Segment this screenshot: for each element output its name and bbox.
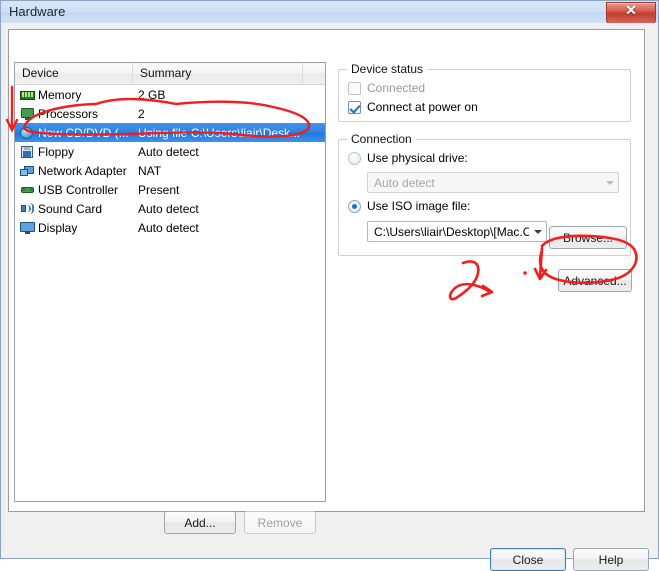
use-physical-drive-label: Use physical drive: <box>367 151 468 165</box>
column-header-device[interactable]: Device <box>15 63 133 84</box>
device-summary: Auto detect <box>138 201 199 216</box>
table-row[interactable]: USB Controller Present <box>15 180 325 199</box>
device-cell: New CD/DVD (... <box>15 126 133 140</box>
device-name: Sound Card <box>38 201 103 216</box>
usb-controller-icon <box>20 183 35 197</box>
add-button[interactable]: Add... <box>164 511 236 534</box>
device-cell: USB Controller <box>15 183 133 197</box>
device-summary: Auto detect <box>138 144 199 159</box>
iso-path-value[interactable]: C:\Users\liair\Desktop\[Mac.OS. <box>368 225 529 239</box>
use-iso-image-row[interactable]: Use ISO image file: <box>348 199 470 213</box>
use-iso-image-label: Use ISO image file: <box>367 199 471 213</box>
remove-button: Remove <box>244 511 316 534</box>
device-cell: Processors <box>15 107 133 121</box>
table-row[interactable]: Display Auto detect <box>15 218 325 237</box>
iso-path-combo[interactable]: C:\Users\liair\Desktop\[Mac.OS. <box>367 221 547 242</box>
device-summary: 2 <box>138 106 145 121</box>
connected-checkbox-row[interactable]: Connected <box>348 81 425 95</box>
physical-drive-combo: Auto detect <box>367 172 619 193</box>
table-row[interactable]: Memory 2 GB <box>15 85 325 104</box>
title-bar: Hardware ✕ <box>1 1 658 24</box>
advanced-button[interactable]: Advanced... <box>558 269 632 292</box>
connect-at-power-on-checkbox[interactable] <box>348 100 361 114</box>
device-summary: 2 GB <box>138 87 166 102</box>
device-cell: Network Adapter <box>15 164 133 178</box>
window-title: Hardware <box>9 4 66 19</box>
table-row[interactable]: Sound Card Auto detect <box>15 199 325 218</box>
hardware-dialog-window: Hardware ✕ Device Summary Memory 2 GB Pr… <box>0 0 659 571</box>
device-name: Floppy <box>38 144 75 159</box>
connect-at-power-on-label: Connect at power on <box>367 100 478 114</box>
device-cell: Sound Card <box>15 202 133 216</box>
device-summary: NAT <box>138 163 162 178</box>
table-row[interactable]: Floppy Auto detect <box>15 142 325 161</box>
chevron-down-icon <box>601 173 618 192</box>
device-name: USB Controller <box>38 182 119 197</box>
use-physical-drive-radio[interactable] <box>348 151 361 165</box>
device-status-group: Device status Connected Connect at power… <box>338 62 631 122</box>
chevron-down-icon[interactable] <box>529 222 546 241</box>
close-button[interactable]: Close <box>490 548 566 571</box>
device-cell: Display <box>15 221 133 235</box>
memory-icon <box>20 88 35 102</box>
column-header-extra[interactable] <box>303 63 325 84</box>
device-name: Memory <box>38 87 82 102</box>
use-physical-drive-row[interactable]: Use physical drive: <box>348 151 468 165</box>
device-cell: Floppy <box>15 145 133 159</box>
connected-checkbox <box>348 81 361 95</box>
device-name: Display <box>38 220 78 235</box>
table-row[interactable]: Network Adapter NAT <box>15 161 325 180</box>
device-list[interactable]: Device Summary Memory 2 GB Processors 2 … <box>14 62 326 502</box>
close-window-button[interactable]: ✕ <box>606 2 656 24</box>
display-icon <box>20 221 35 235</box>
cd-dvd-icon <box>20 126 35 140</box>
device-status-title: Device status <box>347 62 428 76</box>
table-row-selected[interactable]: New CD/DVD (... Using file C:\Users\liai… <box>15 123 325 142</box>
floppy-icon <box>20 145 35 159</box>
column-header-summary[interactable]: Summary <box>133 63 303 84</box>
table-row[interactable]: Processors 2 <box>15 104 325 123</box>
sound-card-icon <box>20 202 35 216</box>
device-name: New CD/DVD (... <box>38 125 129 140</box>
device-list-rows: Memory 2 GB Processors 2 New CD/DVD (...… <box>15 85 325 237</box>
close-x-icon: ✕ <box>625 2 637 18</box>
device-summary: Auto detect <box>138 220 199 235</box>
device-list-header: Device Summary <box>15 63 325 85</box>
connection-title: Connection <box>347 132 416 146</box>
connected-label: Connected <box>367 81 426 95</box>
dialog-client-area: Device Summary Memory 2 GB Processors 2 … <box>1 23 658 571</box>
device-cell: Memory <box>15 88 133 102</box>
connect-at-power-on-row[interactable]: Connect at power on <box>348 100 478 114</box>
browse-button[interactable]: Browse... <box>549 226 627 249</box>
network-adapter-icon <box>20 164 35 178</box>
device-summary: Using file C:\Users\liair\Desk... <box>138 125 301 140</box>
device-name: Processors <box>38 106 99 121</box>
physical-drive-value: Auto detect <box>374 175 435 190</box>
use-iso-image-radio[interactable] <box>348 199 361 213</box>
device-summary: Present <box>138 182 180 197</box>
help-button[interactable]: Help <box>573 548 649 571</box>
processors-icon <box>20 107 35 121</box>
device-name: Network Adapter <box>38 163 127 178</box>
